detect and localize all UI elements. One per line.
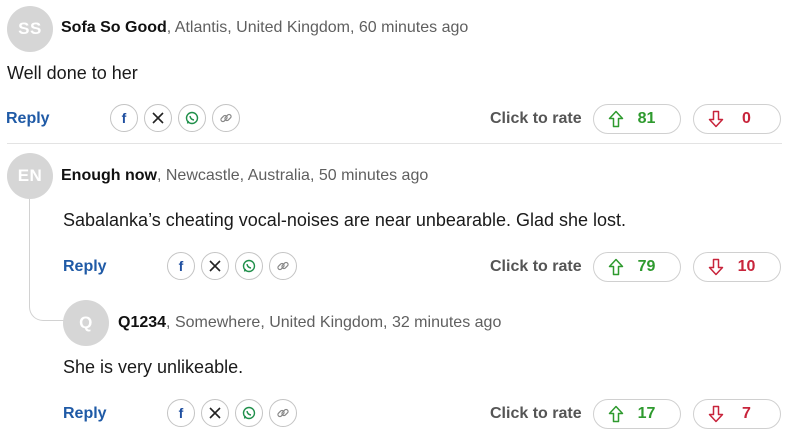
whatsapp-icon [185,111,199,125]
facebook-icon: f [179,259,184,273]
svg-text:f: f [122,111,127,125]
whatsapp-share-button[interactable] [235,252,263,280]
copy-link-button[interactable] [269,399,297,427]
downvote-button[interactable]: 10 [693,252,781,282]
upvote-count: 17 [637,405,656,422]
comment-location-time: , Newcastle, Australia, 50 minutes ago [156,167,429,184]
downvote-count: 10 [737,258,756,275]
facebook-share-button[interactable]: f [110,104,138,132]
comment-text: She is very unlikeable. [63,357,244,377]
avatar-initials: Q [79,313,93,332]
upvote-button[interactable]: 17 [593,399,681,429]
avatar-initials: EN [17,166,43,185]
thread-connector [29,290,64,321]
reply-button[interactable]: Reply [63,405,107,423]
link-icon [277,408,289,418]
arrow-down-icon [705,256,727,278]
avatar[interactable]: Q [63,300,109,346]
author-name[interactable]: Enough now [61,167,157,184]
upvote-button[interactable]: 79 [593,252,681,282]
arrow-down-icon [705,403,727,425]
upvote-count: 81 [637,110,656,127]
rate-label: Click to rate [490,405,582,422]
reply-button[interactable]: Reply [6,110,50,128]
rate-label: Click to rate [490,258,582,275]
arrow-up-icon [605,256,627,278]
x-share-button[interactable] [144,104,172,132]
x-share-button[interactable] [201,399,229,427]
avatar[interactable]: EN [7,153,53,199]
facebook-icon: f [122,111,127,125]
comment-divider [7,143,782,144]
downvote-count: 0 [742,110,751,127]
copy-link-button[interactable] [269,252,297,280]
facebook-share-button[interactable]: f [167,252,195,280]
comment-location-time: , Somewhere, United Kingdom, 32 minutes … [166,314,502,331]
x-icon [152,112,164,124]
downvote-button[interactable]: 0 [693,104,781,134]
comment-meta: Sofa So Good, Atlantis, United Kingdom, … [61,19,468,37]
arrow-up-icon [605,403,627,425]
share-buttons: f [167,399,297,427]
comment-text: Sabalanka’s cheating vocal-noises are ne… [63,210,627,230]
reply-button[interactable]: Reply [63,258,107,276]
arrow-up-icon [605,108,627,130]
author-name[interactable]: Q1234 [118,314,166,331]
whatsapp-icon [242,406,256,420]
arrow-down-icon [705,108,727,130]
comment-meta: Q1234, Somewhere, United Kingdom, 32 min… [118,314,501,332]
link-icon [220,113,232,123]
facebook-share-button[interactable]: f [167,399,195,427]
avatar[interactable]: SS [7,6,53,52]
thread-line [29,199,30,299]
whatsapp-icon [242,259,256,273]
x-icon [209,407,221,419]
svg-text:f: f [179,259,184,273]
rate-label: Click to rate [490,110,582,127]
author-name[interactable]: Sofa So Good [61,19,167,36]
avatar-initials: SS [18,19,42,38]
x-share-button[interactable] [201,252,229,280]
x-icon [209,260,221,272]
whatsapp-share-button[interactable] [235,399,263,427]
link-icon [277,261,289,271]
upvote-count: 79 [637,258,656,275]
facebook-icon: f [179,406,184,420]
copy-link-button[interactable] [212,104,240,132]
comment-text: Well done to her [7,63,138,83]
downvote-button[interactable]: 7 [693,399,781,429]
svg-text:f: f [179,406,184,420]
share-buttons: f [110,104,240,132]
share-buttons: f [167,252,297,280]
upvote-button[interactable]: 81 [593,104,681,134]
downvote-count: 7 [742,405,751,422]
comment-meta: Enough now, Newcastle, Australia, 50 min… [61,167,428,185]
comment-location-time: , Atlantis, United Kingdom, 60 minutes a… [166,19,469,36]
whatsapp-share-button[interactable] [178,104,206,132]
